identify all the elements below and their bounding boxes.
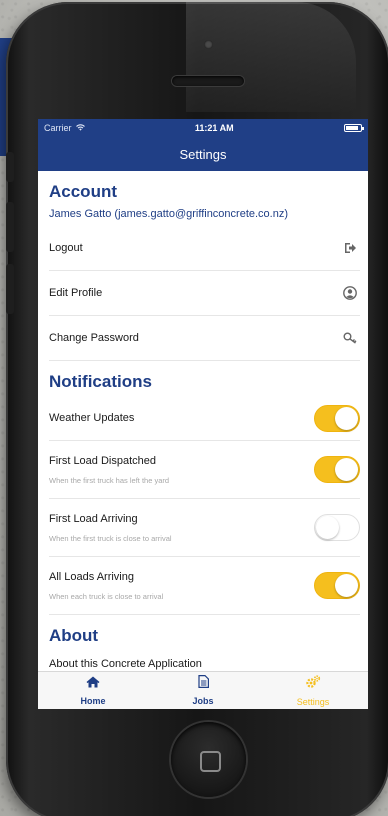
tab-jobs[interactable]: Jobs (148, 672, 258, 709)
battery-icon (343, 124, 364, 132)
home-button[interactable] (171, 722, 246, 797)
carrier-label: Carrier (44, 123, 72, 133)
user-circle-icon (340, 283, 360, 303)
status-bar: Carrier 11:21 AM (38, 119, 368, 137)
tab-bar: Home Jobs Settings (38, 671, 368, 709)
page-title: Settings (179, 146, 227, 162)
weather-updates-row: Weather Updates (49, 396, 360, 441)
account-heading: Account (49, 182, 117, 201)
tab-settings-label: Settings (296, 696, 330, 707)
notifications-heading: Notifications (49, 372, 152, 391)
logout-icon (340, 238, 360, 258)
first-load-arriving-subtitle: When the first truck is close to arrival (49, 533, 172, 543)
first-load-dispatched-row: First Load Dispatched When the first tru… (49, 441, 360, 499)
first-load-arriving-row: First Load Arriving When the first truck… (49, 499, 360, 557)
wifi-icon (75, 123, 85, 133)
app-screen: Carrier 11:21 AM Settings Account James … (38, 119, 368, 709)
tab-home-label: Home (80, 696, 106, 706)
change-password-label: Change Password (49, 332, 139, 344)
edit-profile-label: Edit Profile (49, 287, 103, 299)
all-loads-arriving-label: All Loads Arriving (49, 570, 134, 583)
about-heading: About (49, 626, 99, 645)
change-password-row[interactable]: Change Password (49, 316, 360, 361)
weather-updates-toggle[interactable] (314, 404, 360, 432)
first-load-dispatched-toggle[interactable] (314, 456, 360, 483)
home-icon (86, 675, 100, 693)
all-loads-arriving-subtitle: When each truck is close to arrival (49, 591, 164, 601)
first-load-dispatched-label: First Load Dispatched (49, 454, 156, 467)
weather-updates-label: Weather Updates (49, 412, 135, 424)
first-load-arriving-toggle[interactable] (314, 514, 360, 541)
volume-up-button (6, 202, 14, 252)
logout-label: Logout (49, 242, 83, 254)
edit-profile-row[interactable]: Edit Profile (49, 271, 360, 316)
logout-row[interactable]: Logout (49, 226, 360, 271)
volume-down-button (6, 264, 14, 314)
nav-bar: Settings (38, 137, 368, 171)
tab-jobs-label: Jobs (192, 696, 214, 706)
about-row[interactable]: About this Concrete Application (49, 650, 368, 670)
tab-home[interactable]: Home (38, 672, 148, 709)
first-load-dispatched-subtitle: When the first truck has left the yard (49, 475, 170, 485)
document-icon (197, 675, 209, 693)
all-loads-arriving-toggle[interactable] (314, 572, 360, 599)
earpiece-speaker (172, 76, 244, 86)
first-load-arriving-label: First Load Arriving (49, 512, 138, 525)
mute-switch (6, 152, 14, 182)
front-camera (204, 40, 213, 49)
settings-list[interactable]: Account James Gatto (james.gatto@griffin… (38, 171, 368, 671)
tab-settings[interactable]: Settings (258, 672, 368, 709)
gears-icon (305, 674, 321, 694)
all-loads-arriving-row: All Loads Arriving When each truck is cl… (49, 557, 360, 615)
key-icon (340, 328, 360, 348)
clock: 11:21 AM (194, 123, 234, 133)
account-user-label: James Gatto (james.gatto@griffinconcrete… (49, 208, 289, 220)
